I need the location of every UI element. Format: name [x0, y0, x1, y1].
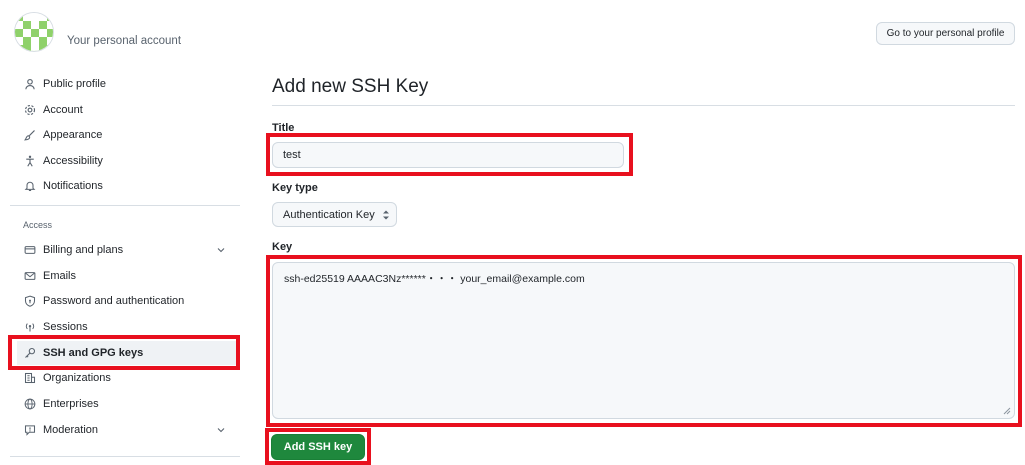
key-textarea[interactable]: ssh-ed25519 AAAAC3Nz******・・・ your_email…	[272, 262, 1015, 419]
sidebar-item-label: Appearance	[43, 129, 103, 141]
avatar[interactable]	[14, 12, 54, 52]
organization-icon	[23, 371, 37, 385]
credit-card-icon	[23, 243, 37, 257]
sidebar-item-label: SSH and GPG keys	[43, 347, 144, 359]
sidebar-item-label: Organizations	[43, 372, 111, 384]
account-label: Your personal account	[67, 35, 182, 47]
shield-lock-icon	[23, 294, 37, 308]
globe-icon	[23, 397, 37, 411]
sidebar-item-label: Public profile	[43, 78, 106, 90]
sidebar-item-appearance[interactable]: Appearance	[17, 123, 237, 147]
select-arrows-icon	[383, 210, 389, 220]
mail-icon	[23, 269, 37, 283]
key-icon	[23, 346, 37, 360]
bell-icon	[23, 179, 37, 193]
title-field-label: Title	[272, 122, 295, 134]
sidebar-item-label: Notifications	[43, 180, 103, 192]
paintbrush-icon	[23, 128, 37, 142]
key-type-value: Authentication Key	[283, 208, 375, 221]
go-to-profile-button[interactable]: Go to your personal profile	[876, 22, 1015, 45]
key-type-select[interactable]: Authentication Key	[272, 202, 397, 227]
key-type-label: Key type	[272, 182, 318, 194]
sidebar-item-label: Accessibility	[43, 155, 103, 167]
resize-grip-icon[interactable]	[1003, 407, 1011, 415]
sidebar-item-accessibility[interactable]: Accessibility	[17, 149, 237, 173]
sidebar-item-password-auth[interactable]: Password and authentication	[17, 289, 237, 313]
chevron-down-icon[interactable]	[215, 424, 227, 436]
sidebar-item-account[interactable]: Account	[17, 98, 237, 122]
person-icon	[23, 77, 37, 91]
key-label: Key	[272, 241, 293, 253]
sidebar-item-emails[interactable]: Emails	[17, 264, 237, 288]
sidebar-item-label: Billing and plans	[43, 244, 124, 256]
chevron-down-icon[interactable]	[215, 244, 227, 256]
sidebar-item-label: Password and authentication	[43, 295, 185, 307]
sidebar-item-billing[interactable]: Billing and plans	[17, 238, 237, 262]
sidebar-item-moderation[interactable]: Moderation	[17, 418, 237, 442]
sidebar-divider	[10, 205, 240, 206]
sidebar-item-ssh-gpg-keys[interactable]: SSH and GPG keys	[17, 341, 237, 365]
title-input[interactable]: test	[272, 142, 624, 168]
sidebar-section-access: Access	[23, 220, 53, 230]
report-icon	[23, 423, 37, 437]
broadcast-icon	[23, 320, 37, 334]
sidebar-item-label: Enterprises	[43, 398, 99, 410]
gear-icon	[23, 103, 37, 117]
sidebar-item-notifications[interactable]: Notifications	[17, 174, 237, 198]
key-value: ssh-ed25519 AAAAC3Nz******・・・ your_email…	[284, 273, 585, 285]
accessibility-icon	[23, 154, 37, 168]
add-ssh-key-button[interactable]: Add SSH key	[271, 434, 365, 460]
sidebar-item-label: Sessions	[43, 321, 88, 333]
sidebar-item-organizations[interactable]: Organizations	[17, 366, 237, 390]
sidebar-item-public-profile[interactable]: Public profile	[17, 72, 237, 96]
sidebar-item-enterprises[interactable]: Enterprises	[17, 392, 237, 416]
title-divider	[272, 105, 1015, 106]
sidebar-item-label: Moderation	[43, 424, 99, 436]
sidebar-item-sessions[interactable]: Sessions	[17, 315, 237, 339]
sidebar-item-label: Account	[43, 104, 83, 116]
page-title: Add new SSH Key	[272, 76, 429, 97]
sidebar-item-label: Emails	[43, 270, 77, 282]
sidebar-divider	[10, 456, 240, 457]
